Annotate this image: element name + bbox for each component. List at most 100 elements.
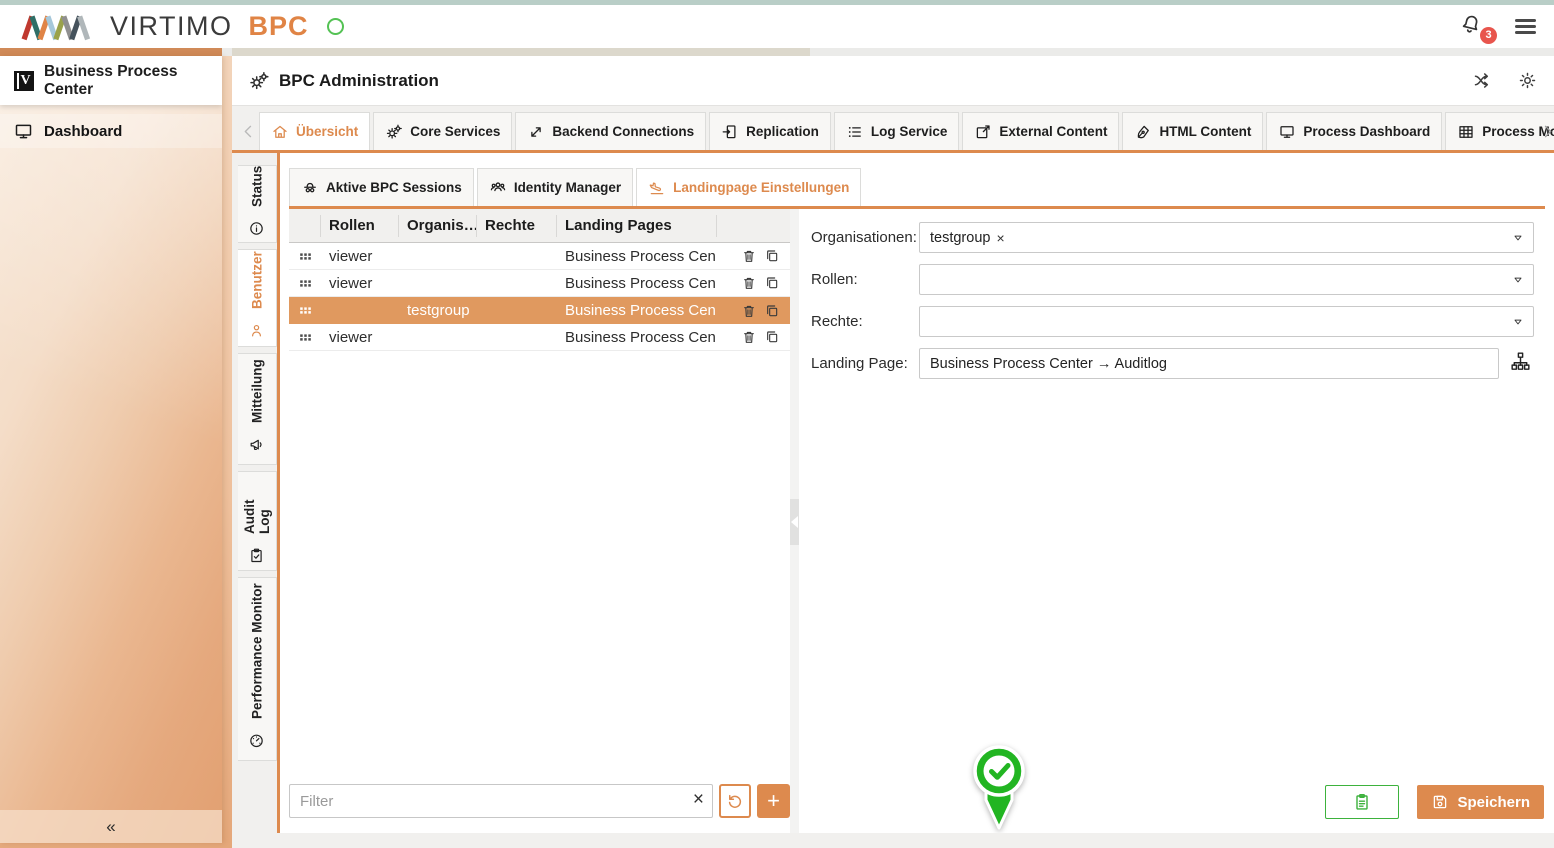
- plane-landing-icon: [648, 179, 666, 197]
- field-label-organisationen: Organisationen:: [811, 229, 919, 246]
- column-header-landing-pages[interactable]: Landing Pages: [557, 215, 717, 237]
- connection-status-icon: [327, 18, 344, 35]
- table-row[interactable]: viewer Business Process Cen…: [289, 324, 790, 351]
- megaphone-icon: [249, 436, 266, 453]
- settings-gear-icon[interactable]: [1517, 70, 1538, 91]
- cell-landing-pages: Business Process Cen…: [557, 329, 717, 346]
- dropdown-arrow-icon[interactable]: [1511, 231, 1525, 245]
- tab-log-service[interactable]: Log Service: [834, 112, 960, 150]
- dropdown-arrow-icon[interactable]: [1511, 273, 1525, 287]
- tab-uebersicht[interactable]: Übersicht: [259, 112, 370, 150]
- chevron-left-icon: [239, 122, 258, 141]
- column-header-organisation[interactable]: Organis…: [399, 215, 477, 237]
- vertical-tab-strip: Status Benutzer Mitteilung Audit Log Per…: [238, 165, 277, 767]
- tab-replication[interactable]: Replication: [709, 112, 831, 150]
- sidebar: V Business Process Center Dashboard «: [0, 56, 222, 843]
- column-header-rollen[interactable]: Rollen: [321, 215, 399, 237]
- group-icon: [489, 179, 507, 197]
- sidebar-app-header[interactable]: V Business Process Center: [0, 56, 222, 105]
- tab-identity-manager[interactable]: Identity Manager: [477, 168, 633, 206]
- dropdown-arrow-icon[interactable]: [1511, 315, 1525, 329]
- tab-external-content[interactable]: External Content: [962, 112, 1119, 150]
- panel-splitter[interactable]: [790, 209, 799, 833]
- delete-row-icon[interactable]: [741, 303, 757, 319]
- delete-row-icon[interactable]: [741, 248, 757, 264]
- sidebar-top-accent: [0, 48, 222, 56]
- main-tab-bar: Übersicht Core Services Backend Connecti…: [232, 112, 1554, 150]
- remove-chip-icon[interactable]: ×: [996, 230, 1004, 246]
- side-tab-status[interactable]: Status: [238, 165, 277, 243]
- table-header: Rollen Organis… Rechte Landing Pages: [289, 209, 790, 243]
- sidebar-item-dashboard[interactable]: Dashboard: [0, 114, 222, 148]
- form-footer: Speichern: [1325, 785, 1544, 819]
- side-tab-mitteilung[interactable]: Mitteilung: [238, 353, 277, 465]
- landing-page-value: Business Process Center → Auditlog: [930, 356, 1167, 372]
- side-tab-label: Benutzer: [250, 251, 265, 309]
- rollen-select[interactable]: [919, 264, 1534, 295]
- tab-label: HTML Content: [1159, 124, 1251, 139]
- table-filter-bar: × +: [289, 784, 790, 818]
- tab-label: Aktive BPC Sessions: [326, 180, 462, 195]
- gauge-icon: [249, 732, 266, 749]
- main-menu-button[interactable]: [1515, 19, 1536, 34]
- horizontal-scrollbar-thumb[interactable]: [232, 48, 810, 56]
- table-row[interactable]: viewer Business Process Cen…: [289, 270, 790, 297]
- drag-handle-icon[interactable]: [298, 330, 313, 345]
- sidebar-collapse-button[interactable]: «: [0, 810, 222, 843]
- tab-backend-connections[interactable]: Backend Connections: [515, 112, 706, 150]
- copy-row-icon[interactable]: [764, 248, 780, 264]
- delete-row-icon[interactable]: [741, 275, 757, 291]
- reset-button[interactable]: [719, 784, 751, 818]
- tab-html-content[interactable]: HTML Content: [1122, 112, 1263, 150]
- notifications-button[interactable]: 3: [1459, 12, 1489, 42]
- admin-header: BPC Administration: [232, 56, 1554, 106]
- drag-handle-icon[interactable]: [298, 276, 313, 291]
- page-picker-button[interactable]: [1509, 350, 1532, 378]
- tab-label: Replication: [746, 124, 819, 139]
- clipboard-button[interactable]: [1325, 785, 1399, 819]
- undo-icon: [726, 792, 744, 810]
- landing-page-field[interactable]: Business Process Center → Auditlog: [919, 348, 1499, 379]
- tab-label: Übersicht: [296, 124, 358, 139]
- save-button-label: Speichern: [1457, 794, 1530, 811]
- virtimo-logo-icon: [16, 12, 108, 42]
- diagonal-arrows-icon: [527, 123, 545, 141]
- copy-row-icon[interactable]: [764, 303, 780, 319]
- organisationen-select[interactable]: testgroup ×: [919, 222, 1534, 253]
- save-button[interactable]: Speichern: [1417, 785, 1544, 819]
- column-header-rechte[interactable]: Rechte: [477, 215, 557, 237]
- side-tab-performance-monitor[interactable]: Performance Monitor: [238, 577, 277, 761]
- tab-landingpage-einstellungen[interactable]: Landingpage Einstellungen: [636, 168, 861, 206]
- logo-text: VIRTIMO: [110, 11, 233, 42]
- tabs-scroll-left-button[interactable]: [239, 112, 255, 150]
- product-name: BPC: [249, 11, 309, 42]
- side-tab-benutzer[interactable]: Benutzer: [238, 249, 277, 347]
- page-title: BPC Administration: [279, 71, 439, 91]
- side-tab-audit-log[interactable]: Audit Log: [238, 471, 277, 571]
- cell-rollen: viewer: [321, 275, 399, 292]
- drag-handle-icon[interactable]: [298, 249, 313, 264]
- shuffle-icon[interactable]: [1472, 70, 1493, 91]
- clear-filter-icon[interactable]: ×: [693, 789, 704, 811]
- tab-core-services[interactable]: Core Services: [373, 112, 512, 150]
- add-row-button[interactable]: +: [757, 784, 790, 818]
- file-arrow-icon: [721, 123, 739, 141]
- rechte-select[interactable]: [919, 306, 1534, 337]
- external-link-icon: [974, 123, 992, 141]
- table-row-selected[interactable]: testgroup Business Process Cen…: [289, 297, 790, 324]
- cell-organisation: testgroup: [399, 302, 477, 319]
- app-title: Business Process Center: [44, 63, 222, 99]
- delete-row-icon[interactable]: [741, 329, 757, 345]
- app-logo-icon: V: [14, 71, 34, 91]
- tab-aktive-bpc-sessions[interactable]: Aktive BPC Sessions: [289, 168, 474, 206]
- copy-row-icon[interactable]: [764, 329, 780, 345]
- tab-process-dashboard[interactable]: Process Dashboard: [1266, 112, 1442, 150]
- tabs-scroll-right-button[interactable]: [1538, 112, 1553, 150]
- filter-input[interactable]: [289, 784, 713, 818]
- splitter-collapse-handle[interactable]: [790, 499, 799, 545]
- table-row[interactable]: viewer Business Process Cen…: [289, 243, 790, 270]
- drag-handle-icon[interactable]: [298, 303, 313, 318]
- tab-label: Backend Connections: [552, 124, 694, 139]
- copy-row-icon[interactable]: [764, 275, 780, 291]
- bell-icon: [1459, 12, 1483, 36]
